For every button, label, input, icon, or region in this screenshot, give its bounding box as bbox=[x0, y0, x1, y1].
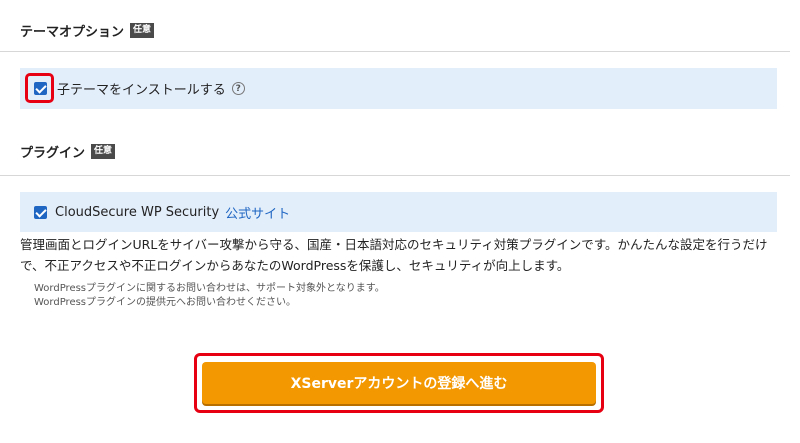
cloudsecure-description: 管理画面とログインURLをサイバー攻撃から守る、国産・日本語対応のセキュリティ対… bbox=[20, 237, 768, 273]
optional-badge: 任意 bbox=[91, 144, 116, 159]
support-note: WordPressプラグインに関するお問い合わせは、サポート対象外となります。 … bbox=[34, 282, 385, 310]
optional-badge: 任意 bbox=[130, 23, 155, 38]
divider bbox=[0, 51, 790, 52]
child-theme-option: 子テーマをインストールする ? bbox=[20, 68, 777, 109]
cloudsecure-label: CloudSecure WP Security bbox=[55, 204, 220, 220]
official-site-link[interactable]: 公式サイト bbox=[225, 203, 290, 222]
cloudsecure-option: CloudSecure WP Security 公式サイト bbox=[20, 192, 777, 232]
page: テーマオプション 任意 子テーマをインストールする ? プラグイン 任意 Clo… bbox=[0, 0, 800, 443]
plugins-title: プラグイン bbox=[20, 146, 86, 161]
support-note-line-2: WordPressプラグインの提供元へお問い合わせください。 bbox=[34, 297, 297, 308]
plugins-heading: プラグイン 任意 bbox=[20, 142, 116, 161]
checkbox-highlight-frame bbox=[25, 73, 54, 103]
child-theme-label: 子テーマをインストールする bbox=[57, 83, 226, 98]
support-note-line-1: WordPressプラグインに関するお問い合わせは、サポート対象外となります。 bbox=[34, 283, 385, 294]
help-icon[interactable]: ? bbox=[231, 82, 245, 95]
theme-options-title: テーマオプション bbox=[20, 25, 125, 40]
cloudsecure-checkbox[interactable] bbox=[34, 205, 47, 219]
register-xserver-account-button[interactable]: XServerアカウントの登録へ進む bbox=[202, 362, 596, 404]
divider bbox=[0, 175, 790, 176]
theme-options-heading: テーマオプション 任意 bbox=[20, 21, 155, 40]
